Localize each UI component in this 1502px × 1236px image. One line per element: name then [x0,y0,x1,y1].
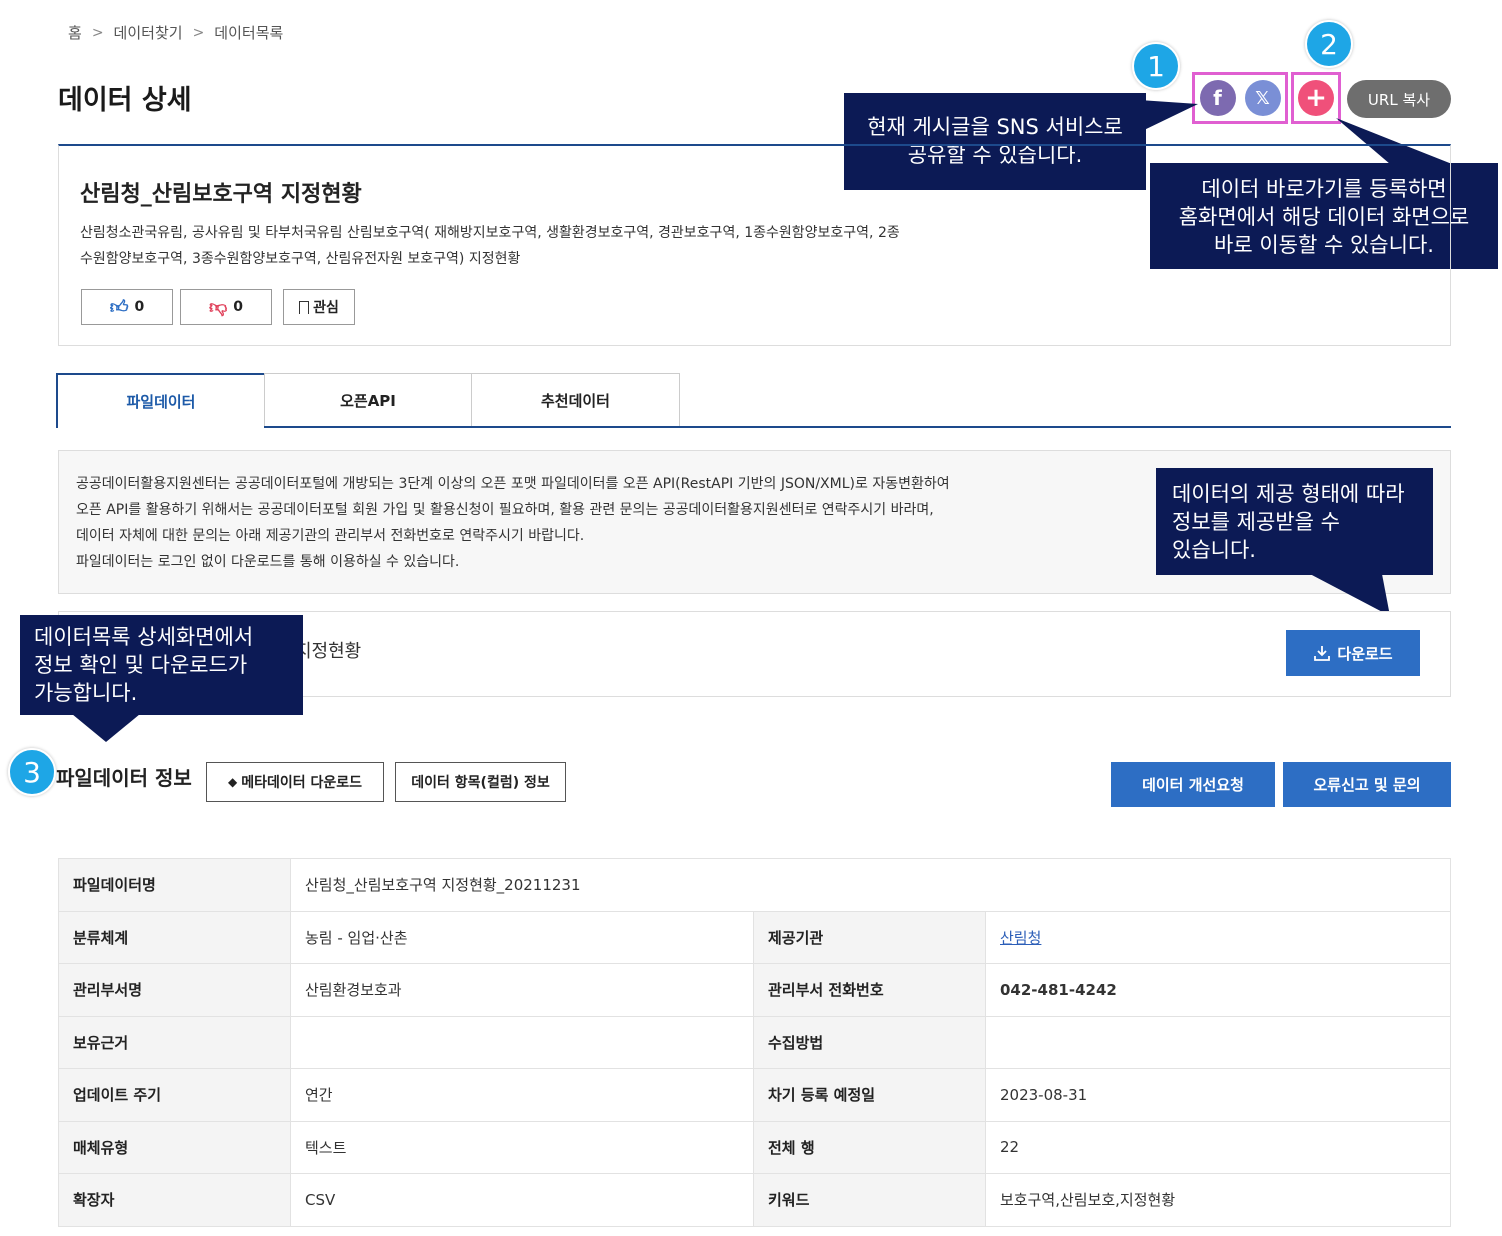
tab-underline [264,426,1451,428]
tip-text: 정보 확인 및 다운로드가 [34,653,248,677]
bookmark-icon [299,300,310,314]
dislike-count: 0 [233,299,244,315]
table-cell [290,1015,754,1069]
table-header-cell: 제공기관 [753,910,986,964]
table-header-cell: 관리부서명 [58,963,291,1017]
tab-file-data[interactable]: 파일데이터 [56,373,266,428]
improve-request-button[interactable]: 데이터 개선요청 [1111,762,1275,807]
tooltip-pointer [72,714,140,742]
badge-2: 2 [1305,20,1353,68]
table-row: 파일데이터명 산림청_산림보호구역 지정현황_20211231 [58,858,1451,912]
download-icon [1314,646,1331,661]
table-header-cell: 파일데이터명 [58,858,291,912]
interest-button[interactable]: 관심 [283,289,355,325]
desc-line: 수원함양보호구역, 3종수원함양보호구역, 산림유전자원 보호구역) 지정현황 [80,251,521,267]
tip-text: 있습니다. [1172,538,1256,562]
breadcrumb-home[interactable]: 홈 [68,22,82,43]
thumbs-up-icon: 👍︎ [109,297,129,318]
table-row: 분류체계 농림 - 임업·산촌 제공기관 산림청 [58,910,1451,964]
page-title: 데이터 상세 [58,85,192,116]
error-report-button[interactable]: 오류신고 및 문의 [1283,762,1451,807]
download-button[interactable]: 다운로드 [1286,630,1420,676]
tag-icon: ◆ [227,775,238,789]
plus-icon[interactable]: + [1298,80,1334,116]
thumbs-down-icon: 👎︎ [208,297,228,318]
notice-line: 공공데이터활용지원센터는 공공데이터포털에 개방되는 3단계 이상의 오픈 포맷… [76,476,950,492]
breadcrumb: 홈 > 데이터찾기 > 데이터목록 [68,22,283,43]
table-row: 매체유형 텍스트 전체 행 22 [58,1120,1451,1174]
table-header-cell: 수집방법 [753,1015,986,1069]
table-header-cell: 차기 등록 예정일 [753,1068,986,1122]
chevron-right-icon: > [192,24,205,41]
tab-recommended-data[interactable]: 추천데이터 [471,373,680,427]
meta-download-button[interactable]: ◆ 메타데이터 다운로드 [206,762,384,802]
table-header-cell: 키워드 [753,1173,986,1227]
notice-line: 오픈 API를 활용하기 위해서는 공공데이터포털 회원 가입 및 활용신청이 … [76,502,934,518]
meta-download-label: 메타데이터 다운로드 [241,775,363,791]
section-title: 파일데이터 정보 [56,766,192,790]
notice-line: 파일데이터는 로그인 없이 다운로드를 통해 이용하실 수 있습니다. [76,554,460,570]
breadcrumb-find-data[interactable]: 데이터찾기 [114,22,183,43]
table-row: 관리부서명 산림환경보호과 관리부서 전화번호 042-481-4242 [58,963,1451,1017]
table-cell: 보호구역,산림보호,지정현황 [985,1173,1451,1227]
table-cell: 연간 [290,1068,754,1122]
table-cell: CSV [290,1173,754,1227]
tip-text: 데이터의 제공 형태에 따라 [1172,482,1405,506]
table-row: 업데이트 주기 연간 차기 등록 예정일 2023-08-31 [58,1068,1451,1122]
table-header-cell: 전체 행 [753,1120,986,1174]
table-row: 확장자 CSV 키워드 보호구역,산림보호,지정현황 [58,1173,1451,1227]
tooltip-pointer [1140,100,1198,132]
table-cell: 산림청 [985,910,1451,964]
data-description: 산림청소관국유림, 공사유림 및 타부처국유림 산림보호구역( 재해방지보호구역… [80,220,1110,272]
table-header-cell: 확장자 [58,1173,291,1227]
download-label: 다운로드 [1337,644,1393,663]
dislike-button[interactable]: 👎︎ 0 [180,289,272,325]
data-title: 산림청_산림보호구역 지정현황 [80,182,362,207]
tip-text: 가능합니다. [34,681,138,705]
table-cell: 2023-08-31 [985,1068,1451,1122]
tip-text: 현재 게시글을 SNS 서비스로 [867,115,1123,139]
table-cell: 042-481-4242 [985,963,1451,1017]
column-info-button[interactable]: 데이터 항목(컬럼) 정보 [395,762,566,802]
table-header-cell: 매체유형 [58,1120,291,1174]
sns-share-group: f 𝕏 [1192,72,1288,124]
tip-text: 데이터목록 상세화면에서 [34,625,254,649]
table-row: 보유근거 수집방법 [58,1015,1451,1069]
file-name: 지정현황 [295,641,362,662]
table-cell: 산림청_산림보호구역 지정현황_20211231 [290,858,1451,912]
format-tooltip: 데이터의 제공 형태에 따라 정보를 제공받을 수 있습니다. [1156,468,1433,575]
interest-label: 관심 [313,300,339,316]
file-info-table: 파일데이터명 산림청_산림보호구역 지정현황_20211231 분류체계 농림 … [58,858,1451,1227]
badge-1: 1 [1132,42,1180,90]
x-icon[interactable]: 𝕏 [1244,80,1281,116]
tip-text: 정보를 제공받을 수 [1172,510,1340,534]
detail-tooltip: 데이터목록 상세화면에서 정보 확인 및 다운로드가 가능합니다. [20,615,303,715]
chevron-right-icon: > [91,24,104,41]
breadcrumb-data-list[interactable]: 데이터목록 [214,22,283,43]
tab-open-api[interactable]: 오픈API [264,373,472,427]
table-header-cell: 분류체계 [58,910,291,964]
table-cell: 산림환경보호과 [290,963,754,1017]
add-shortcut-group: + [1291,72,1341,124]
table-cell: 22 [985,1120,1451,1174]
table-header-cell: 관리부서 전화번호 [753,963,986,1017]
facebook-icon[interactable]: f [1199,80,1236,116]
notice-line: 데이터 자체에 대한 문의는 아래 제공기관의 관리부서 전화번호로 연락주시기… [76,528,585,544]
url-copy-button[interactable]: URL 복사 [1347,80,1451,118]
table-header-cell: 업데이트 주기 [58,1068,291,1122]
provider-link[interactable]: 산림청 [1000,929,1041,947]
table-cell [985,1015,1451,1069]
badge-3: 3 [8,748,56,796]
table-header-cell: 보유근거 [58,1015,291,1069]
like-button[interactable]: 👍︎ 0 [81,289,173,325]
like-count: 0 [134,299,145,315]
table-cell: 농림 - 임업·산촌 [290,910,754,964]
table-cell: 텍스트 [290,1120,754,1174]
desc-line: 산림청소관국유림, 공사유림 및 타부처국유림 산림보호구역( 재해방지보호구역… [80,225,900,241]
